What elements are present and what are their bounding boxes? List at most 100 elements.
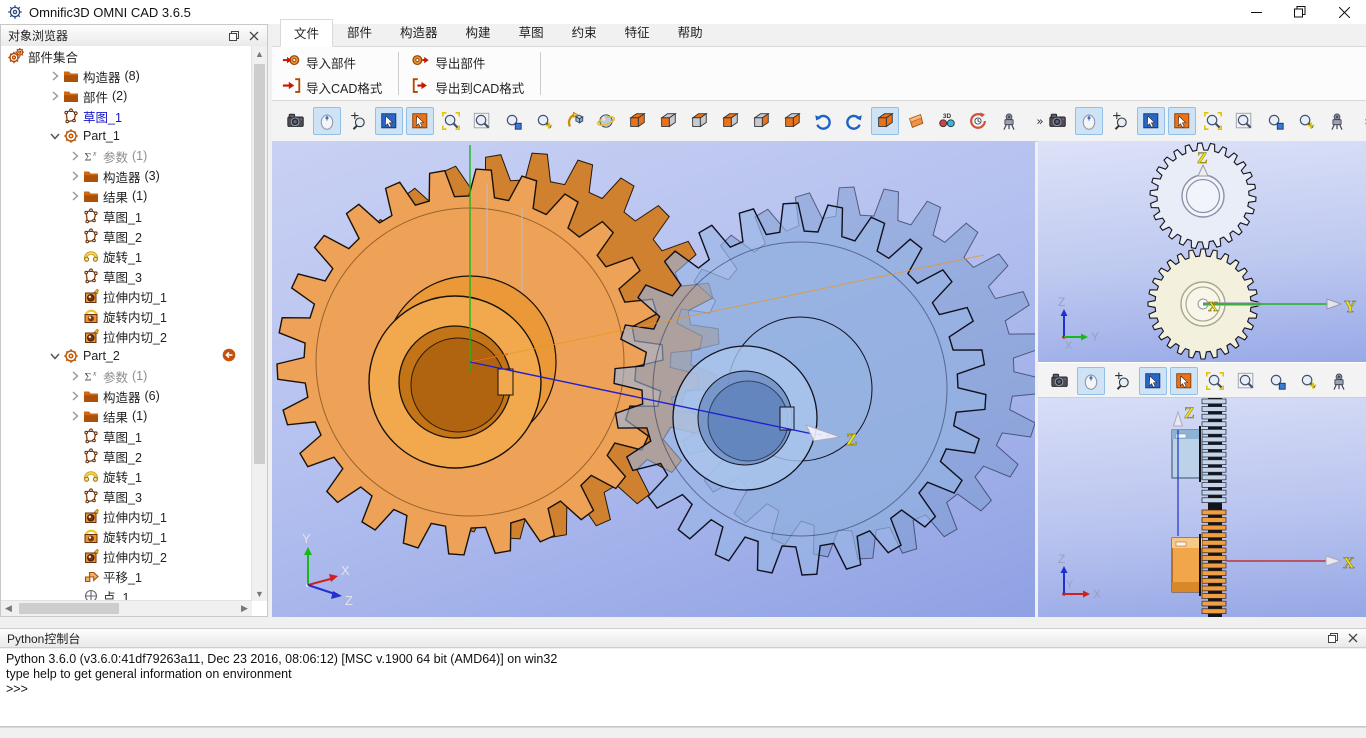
undo-button[interactable] — [809, 107, 837, 135]
mouse-mode-button[interactable] — [1077, 367, 1105, 395]
menu-tab-约束[interactable]: 约束 — [558, 18, 611, 46]
view-front-button[interactable] — [654, 107, 682, 135]
zoom-fit-button[interactable] — [1199, 107, 1227, 135]
view-top-button[interactable] — [685, 107, 713, 135]
highlight-mode-button[interactable] — [1168, 107, 1196, 135]
expand-chevron-icon[interactable] — [67, 148, 82, 164]
zoom-fit-button[interactable] — [437, 107, 465, 135]
zoom-selected-button[interactable] — [499, 107, 527, 135]
close-console-icon[interactable] — [1344, 630, 1362, 646]
stereo-3d-button[interactable]: 3D — [933, 107, 961, 135]
export-cad-button[interactable]: 导出到CAD格式 — [409, 75, 530, 100]
clip-view-button[interactable] — [902, 107, 930, 135]
snapshot-button[interactable] — [1044, 107, 1072, 135]
tree-item-part-2-params[interactable]: Σx参数(1) — [1, 366, 252, 386]
toolbar-overflow-button[interactable]: » — [1356, 367, 1366, 395]
scroll-left-icon[interactable]: ◀ — [1, 601, 16, 616]
expand-chevron-icon[interactable] — [67, 388, 82, 404]
select-mode-button[interactable] — [1139, 367, 1167, 395]
perspective-view-button[interactable] — [871, 107, 899, 135]
console-splitter[interactable] — [0, 617, 1366, 628]
zoom-window-button[interactable] — [1230, 107, 1258, 135]
scroll-down-icon[interactable]: ▼ — [252, 586, 267, 601]
tree-item-part-1-sketch-2[interactable]: 草图_2 — [1, 226, 252, 246]
expand-chevron-icon[interactable] — [47, 68, 62, 84]
tree-item-part-2[interactable]: Part_2 — [1, 346, 252, 366]
tree-item-part-2-revolve-cut-1[interactable]: 旋转内切_1 — [1, 526, 252, 546]
tree-item-parts-folder[interactable]: 部件(2) — [1, 86, 252, 106]
expand-chevron-icon[interactable] — [67, 188, 82, 204]
tree-item-part-2-sketch-3[interactable]: 草图_3 — [1, 486, 252, 506]
menu-tab-特征[interactable]: 特征 — [611, 18, 664, 46]
tree-item-sketch-1-root[interactable]: 草图_1 — [1, 106, 252, 126]
menu-tab-草图[interactable]: 草图 — [505, 18, 558, 46]
tree-item-part-1-revolve-cut-1[interactable]: 旋转内切_1 — [1, 306, 252, 326]
tree-item-part-2-constructors[interactable]: 构造器(6) — [1, 386, 252, 406]
tree-item-constructors-folder[interactable]: 构造器(8) — [1, 66, 252, 86]
main-3d-viewport[interactable]: ZYXZ — [272, 141, 1035, 617]
mouse-mode-button[interactable] — [313, 107, 341, 135]
tree-item-part-2-sketch-1[interactable]: 草图_1 — [1, 426, 252, 446]
scroll-up-icon[interactable]: ▲ — [252, 46, 267, 61]
tree-item-part-2-extrude-cut-1[interactable]: 拉伸内切_1 — [1, 506, 252, 526]
close-panel-icon[interactable] — [245, 28, 263, 44]
mouse-mode-button[interactable] — [1075, 107, 1103, 135]
zoom-in-button[interactable] — [1292, 107, 1320, 135]
tree-item-assembly-root[interactable]: 部件集合 — [1, 46, 252, 66]
tree-item-part-2-extrude-cut-2[interactable]: 拉伸内切_2 — [1, 546, 252, 566]
select-mode-button[interactable] — [375, 107, 403, 135]
menu-tab-帮助[interactable]: 帮助 — [664, 18, 717, 46]
zoom-in-button[interactable] — [1294, 367, 1322, 395]
zoom-window-button[interactable] — [1232, 367, 1260, 395]
back-arrow-badge-icon[interactable] — [222, 348, 236, 365]
import-cad-button[interactable]: 导入CAD格式 — [280, 75, 388, 100]
tree-item-part-1-revolve-1[interactable]: 旋转_1 — [1, 246, 252, 266]
collapse-chevron-icon[interactable] — [47, 348, 62, 364]
tree-horizontal-scrollbar[interactable]: ◀ ▶ — [1, 600, 252, 616]
highlight-mode-button[interactable] — [1170, 367, 1198, 395]
tree-item-part-1-params[interactable]: Σx参数(1) — [1, 146, 252, 166]
zoom-in-button[interactable] — [530, 107, 558, 135]
zoom-cursor-button[interactable] — [1106, 107, 1134, 135]
menu-tab-构建[interactable]: 构建 — [452, 18, 505, 46]
orbit-view-button[interactable] — [592, 107, 620, 135]
close-button[interactable] — [1322, 0, 1366, 24]
expand-chevron-icon[interactable] — [67, 408, 82, 424]
export-part-button[interactable]: 导出部件 — [409, 50, 530, 75]
view-iso-button[interactable] — [623, 107, 651, 135]
tree-item-part-1[interactable]: Part_1 — [1, 126, 252, 146]
animate-rotation-button[interactable] — [964, 107, 992, 135]
toolbar-overflow-button[interactable]: » — [1354, 107, 1366, 135]
tree-item-part-1-sketch-3[interactable]: 草图_3 — [1, 266, 252, 286]
zoom-fit-button[interactable] — [1201, 367, 1229, 395]
spin-view-button[interactable] — [561, 107, 589, 135]
highlight-mode-button[interactable] — [406, 107, 434, 135]
camera-settings-button[interactable] — [995, 107, 1023, 135]
view-right-button[interactable] — [778, 107, 806, 135]
camera-settings-button[interactable] — [1323, 107, 1351, 135]
snapshot-button[interactable] — [1046, 367, 1074, 395]
select-mode-button[interactable] — [1137, 107, 1165, 135]
tree-item-part-2-revolve-1[interactable]: 旋转_1 — [1, 466, 252, 486]
expand-chevron-icon[interactable] — [67, 168, 82, 184]
tree-item-part-2-sketch-2[interactable]: 草图_2 — [1, 446, 252, 466]
zoom-cursor-button[interactable] — [344, 107, 372, 135]
minimize-button[interactable] — [1234, 0, 1278, 24]
tree-item-part-1-extrude-cut-1[interactable]: 拉伸内切_1 — [1, 286, 252, 306]
import-part-button[interactable]: 导入部件 — [280, 50, 388, 75]
zoom-selected-button[interactable] — [1261, 107, 1289, 135]
tree-vscroll-thumb[interactable] — [254, 64, 265, 464]
collapse-chevron-icon[interactable] — [47, 128, 62, 144]
scroll-right-icon[interactable]: ▶ — [237, 601, 252, 616]
expand-chevron-icon[interactable] — [67, 368, 82, 384]
front-view-viewport[interactable]: ZXYZYX — [1038, 141, 1366, 362]
side-view-viewport[interactable]: ZXZXY — [1038, 398, 1366, 617]
tree-item-part-1-results[interactable]: 结果(1) — [1, 186, 252, 206]
tree-vertical-scrollbar[interactable]: ▲ ▼ — [251, 46, 267, 601]
float-panel-icon[interactable] — [225, 28, 243, 44]
camera-settings-button[interactable] — [1325, 367, 1353, 395]
float-console-icon[interactable] — [1324, 630, 1342, 646]
view-bottom-button[interactable] — [716, 107, 744, 135]
tree-item-part-2-translate-1[interactable]: 平移_1 — [1, 566, 252, 586]
redo-button[interactable] — [840, 107, 868, 135]
